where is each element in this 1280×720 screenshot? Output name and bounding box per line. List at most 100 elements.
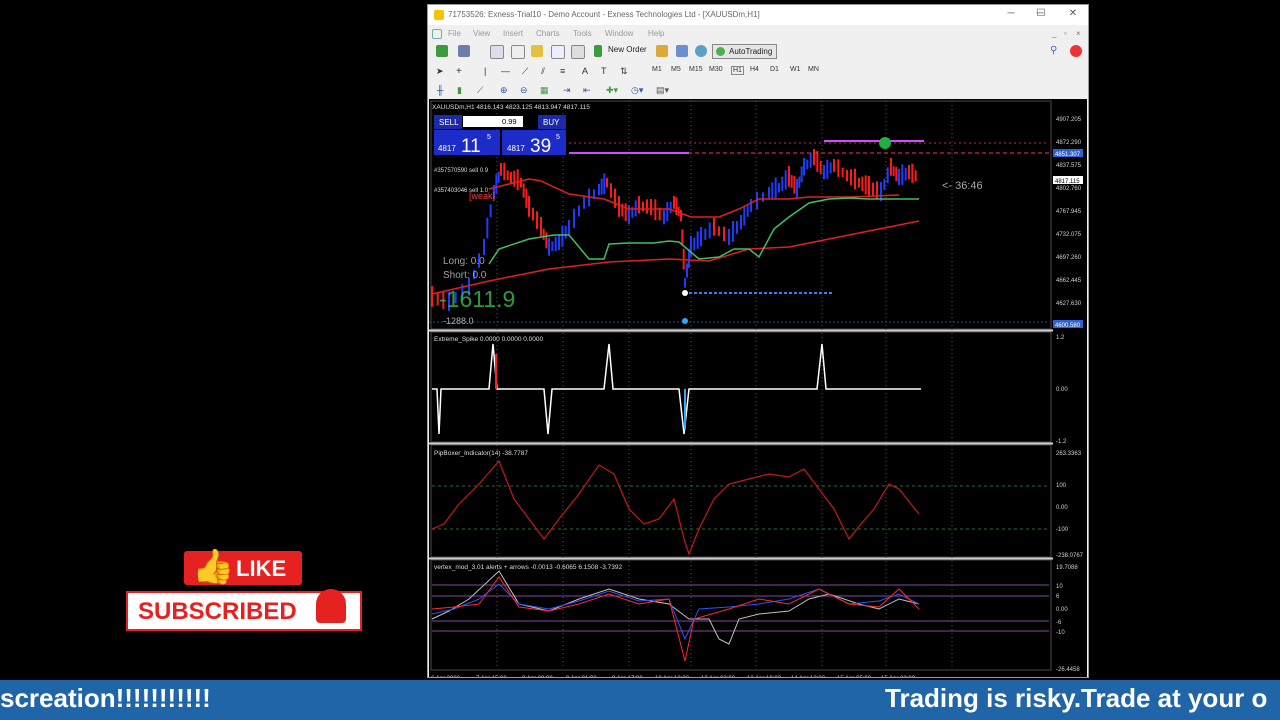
menu-insert[interactable]: Insert	[503, 29, 523, 38]
autoscroll-icon[interactable]: ⇥	[563, 85, 571, 96]
line-chart-icon[interactable]: ⟋	[477, 85, 483, 96]
price-axis-label: 4837.575	[1056, 163, 1082, 169]
spike-axis-mid: 0.00	[1056, 387, 1068, 393]
pipboxer-label: PipBoxer_Indicator(14) -38.7787	[434, 450, 528, 457]
price-axis-label: 4907.205	[1056, 117, 1082, 123]
child-restore-button[interactable]: ▫	[1064, 29, 1067, 38]
profiles-icon[interactable]	[458, 45, 470, 57]
pipboxer-axis-bottom: -238.0767	[1056, 553, 1084, 559]
like-label: LIKE	[236, 556, 287, 581]
weak-label: [weak]	[469, 191, 495, 201]
pipboxer-line	[431, 459, 920, 556]
timeframe-m1[interactable]: M1	[652, 66, 662, 73]
channel-icon[interactable]: ⫽	[541, 66, 545, 77]
standard-toolbar: New Order AutoTrading ⚲	[428, 42, 1088, 61]
market-watch-icon[interactable]	[490, 45, 504, 59]
buy-signal-marker	[879, 137, 891, 149]
search-icon[interactable]: ⚲	[1050, 45, 1062, 57]
subscribed-badge[interactable]: SUBSCRIBED	[126, 589, 362, 631]
autotrading-button[interactable]: AutoTrading	[712, 44, 778, 59]
spike-label: Extreme_Spike 0.0000 0.0000 0.0000	[434, 336, 544, 343]
child-minimize-button[interactable]: _	[1052, 29, 1056, 38]
order-label-1: #357570590 sell 0.9	[434, 168, 489, 174]
signals-icon[interactable]	[695, 45, 707, 57]
crosshair-icon[interactable]: +	[456, 66, 462, 77]
vertex-axis-top: 19.7088	[1056, 565, 1078, 571]
buy-price-sup: 5	[556, 134, 560, 141]
timeframe-d1[interactable]: D1	[770, 66, 779, 73]
periods-icon[interactable]: ◷▾	[631, 85, 643, 96]
timeframe-w1[interactable]: W1	[790, 66, 801, 73]
chart-window[interactable]: <- 36:46 XAUUSDm,H1 4816.143 4823.125 48…	[429, 99, 1087, 682]
new-chart-icon[interactable]	[436, 45, 448, 57]
templates-icon[interactable]: ▤▾	[656, 85, 669, 96]
child-close-button[interactable]: ×	[1076, 29, 1081, 38]
time-axis-label: 15 Apr 05:00	[837, 676, 872, 677]
menu-view[interactable]: View	[473, 29, 490, 38]
moving-average-red	[431, 220, 920, 295]
charts-toolbar: ╫ ▮ ⟋ ⊕ ⊖ ▦ ⇥ ⇤ ✚▾ ◷▾ ▤▾	[428, 80, 1088, 99]
small-profit-value: -1288.0	[443, 316, 474, 326]
new-order-icon	[594, 45, 602, 57]
autotrading-status-icon	[716, 47, 725, 56]
zoom-out-icon[interactable]: ⊖	[520, 85, 528, 96]
current-price-tag-label: 4817.115	[1055, 179, 1080, 185]
timeframe-m15[interactable]: M15	[689, 66, 703, 73]
menu-bar: File View Insert Charts Tools Window Hel…	[428, 26, 1088, 42]
drawing-toolbar: ➤ + | — ⟋ ⫽ ≡ A T ⇅ M1 M5 M15 M30 H1 H4 …	[428, 61, 1088, 80]
long-position-label: Long: 0.0	[443, 256, 485, 267]
chat-icon[interactable]	[676, 45, 688, 57]
menu-help[interactable]: Help	[648, 29, 664, 38]
time-axis-label: 7 Apr 15:00	[476, 676, 507, 677]
close-button[interactable]: ✕	[1065, 8, 1081, 19]
menu-file[interactable]: File	[448, 29, 461, 38]
data-window-icon[interactable]	[511, 45, 525, 59]
time-axis-label: 15 Apr 22:00	[881, 676, 916, 677]
timeframe-m5[interactable]: M5	[671, 66, 681, 73]
lower-price-tag-label: 4600.580	[1055, 323, 1081, 329]
time-axis-label: 6 Apr 2026	[431, 676, 461, 677]
time-axis-label: 13 Apr 19:00	[747, 676, 782, 677]
profit-value: -1611.9	[439, 286, 515, 312]
text-icon[interactable]: A	[582, 66, 588, 76]
entry-point	[682, 318, 688, 324]
candlestick-icon[interactable]: ▮	[457, 85, 462, 96]
tester-icon[interactable]	[571, 45, 585, 59]
metaeditor-icon[interactable]	[656, 45, 668, 57]
chart-shift-icon[interactable]: ⇤	[583, 85, 591, 96]
price-axis-label: 4767.945	[1056, 209, 1082, 215]
tile-windows-icon[interactable]: ▦	[540, 85, 549, 96]
menu-charts[interactable]: Charts	[536, 29, 560, 38]
indicators-icon[interactable]: ✚▾	[606, 85, 618, 96]
title-bar: 71753526: Exness-Trial10 - Demo Account …	[428, 5, 1088, 25]
horizontal-line-icon[interactable]: —	[501, 66, 510, 76]
fibonacci-icon[interactable]: ≡	[560, 66, 565, 76]
time-axis-label: 14 Apr 12:00	[791, 676, 826, 677]
timeframe-mn[interactable]: MN	[808, 66, 819, 73]
vertical-line-icon[interactable]: |	[484, 66, 486, 76]
zoom-in-icon[interactable]: ⊕	[500, 85, 508, 96]
like-badge[interactable]: 👍 LIKE	[184, 548, 302, 586]
arrows-icon[interactable]: ⇅	[620, 66, 628, 77]
short-position-label: Short: 0.0	[443, 270, 487, 281]
navigator-icon[interactable]	[531, 45, 543, 57]
cursor-icon[interactable]: ➤	[436, 66, 444, 77]
menu-window[interactable]: Window	[605, 29, 633, 38]
timeframe-h1[interactable]: H1	[731, 66, 744, 75]
terminal-icon[interactable]	[551, 45, 565, 59]
text-label-icon[interactable]: T	[601, 66, 607, 76]
buy-price-small: 4817	[507, 144, 525, 153]
price-axis: 4907.205 4872.290 4837.575 4802.760 4767.945…	[1056, 117, 1082, 330]
ticker-banner: screation!!!!!!!!!!! Trading is risky.Tr…	[0, 680, 1280, 720]
timeframe-h4[interactable]: H4	[750, 66, 759, 73]
menu-tools[interactable]: Tools	[573, 29, 592, 38]
new-order-button[interactable]: New Order	[608, 45, 647, 54]
timeframe-m30[interactable]: M30	[709, 66, 723, 73]
minimize-button-2[interactable]: ─	[1003, 8, 1019, 19]
notifications-icon[interactable]	[1070, 45, 1082, 57]
chart-canvas[interactable]: <- 36:46 XAUUSDm,H1 4816.143 4823.125 48…	[429, 99, 1087, 682]
maximize-button[interactable]: ☐	[1033, 8, 1049, 19]
bar-chart-icon[interactable]: ╫	[437, 85, 443, 95]
trendline-icon[interactable]: ⟋	[522, 66, 528, 77]
volume-value: 0.99	[502, 117, 517, 126]
